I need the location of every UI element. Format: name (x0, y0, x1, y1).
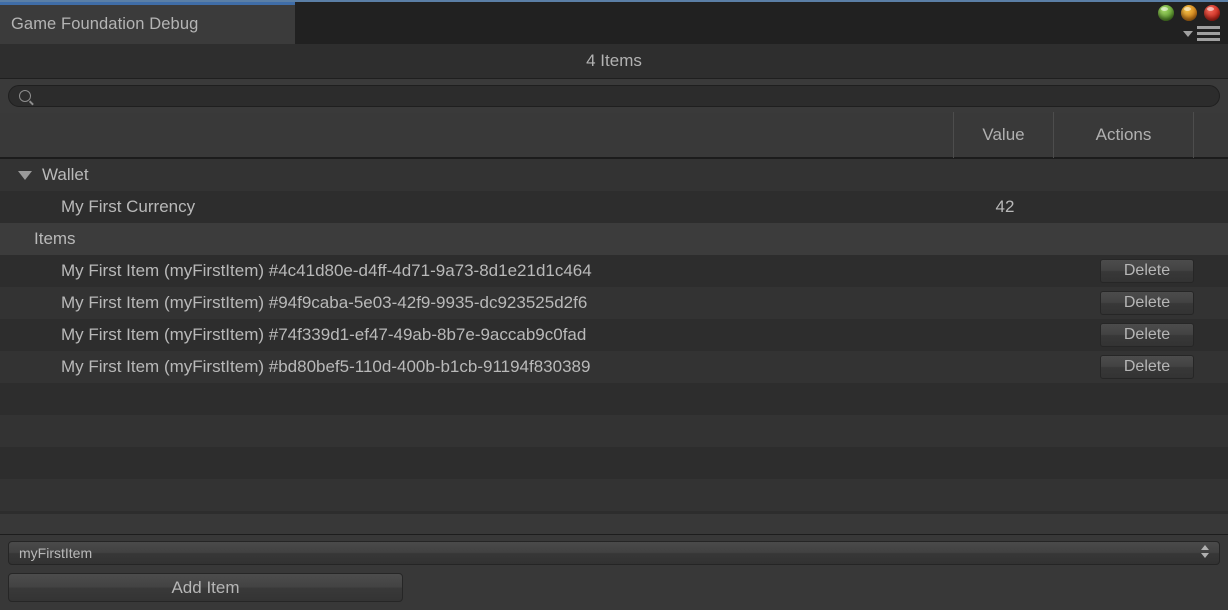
tree-group-label: Items (34, 229, 76, 248)
tree-empty-row (0, 383, 1228, 415)
chevron-updown-icon[interactable] (1201, 545, 1209, 558)
column-header-actions[interactable]: Actions (1053, 112, 1193, 158)
item-definition-dropdown[interactable]: myFirstItem (8, 541, 1220, 565)
tree-group-wallet[interactable]: Wallet (0, 159, 1228, 191)
window-menu-row (1183, 26, 1220, 41)
column-header-value[interactable]: Value (953, 112, 1053, 158)
hamburger-menu-icon[interactable] (1197, 26, 1220, 41)
column-header-row: Value Actions (0, 112, 1228, 159)
delete-button[interactable]: Delete (1100, 259, 1194, 283)
row-actions: Delete (1100, 291, 1194, 315)
table-row[interactable]: My First Item (myFirstItem) #94f9caba-5e… (0, 287, 1228, 319)
minimize-orb-button[interactable] (1158, 5, 1174, 21)
game-foundation-debug-window: Game Foundation Debug 4 Items Value Acti… (0, 0, 1228, 610)
tree-group-items[interactable]: Items (0, 223, 1228, 255)
row-actions: Delete (1100, 323, 1194, 347)
tree-group-label: Wallet (42, 165, 89, 184)
tab-game-foundation-debug[interactable]: Game Foundation Debug (0, 2, 295, 44)
tree-row-label: My First Item (myFirstItem) #74f339d1-ef… (61, 325, 587, 344)
footer-toolbar: myFirstItem Add Item (0, 534, 1228, 610)
tree-row-label: My First Item (myFirstItem) #bd80bef5-11… (61, 357, 591, 376)
column-header-edge (1193, 112, 1228, 158)
tree-row-value: 42 (995, 197, 1015, 216)
delete-button[interactable]: Delete (1100, 355, 1194, 379)
search-field[interactable] (8, 85, 1220, 107)
tree-empty-row (0, 511, 1228, 514)
tree-row-label: My First Item (myFirstItem) #4c41d80e-d4… (61, 261, 592, 280)
tree-row-label: My First Item (myFirstItem) #94f9caba-5e… (61, 293, 588, 312)
tree-row-currency[interactable]: My First Currency 42 (0, 191, 1228, 223)
debug-tree-view[interactable]: Wallet My First Currency 42 Items My Fir… (0, 159, 1228, 514)
search-input[interactable] (31, 87, 1219, 105)
search-toolbar (0, 79, 1228, 113)
table-row[interactable]: My First Item (myFirstItem) #bd80bef5-11… (0, 351, 1228, 383)
close-orb-button[interactable] (1204, 5, 1220, 21)
page-title: 4 Items (586, 51, 642, 70)
window-topbar: Game Foundation Debug (0, 0, 1228, 44)
panel-title-bar: 4 Items (0, 44, 1228, 79)
delete-button[interactable]: Delete (1100, 323, 1194, 347)
tree-empty-row (0, 479, 1228, 511)
tree-empty-row (0, 415, 1228, 447)
maximize-orb-button[interactable] (1181, 5, 1197, 21)
window-controls (1158, 5, 1220, 21)
tree-empty-row (0, 447, 1228, 479)
delete-button[interactable]: Delete (1100, 291, 1194, 315)
filter-icon[interactable] (1183, 30, 1193, 37)
row-actions: Delete (1100, 355, 1194, 379)
add-item-button[interactable]: Add Item (8, 573, 403, 602)
chevron-down-icon[interactable] (18, 170, 32, 180)
search-icon (19, 90, 31, 102)
tree-row-label: My First Currency (61, 197, 196, 216)
tab-label: Game Foundation Debug (11, 15, 199, 33)
dropdown-selected-value: myFirstItem (19, 545, 93, 561)
row-actions: Delete (1100, 259, 1194, 283)
table-row[interactable]: My First Item (myFirstItem) #74f339d1-ef… (0, 319, 1228, 351)
table-row[interactable]: My First Item (myFirstItem) #4c41d80e-d4… (0, 255, 1228, 287)
